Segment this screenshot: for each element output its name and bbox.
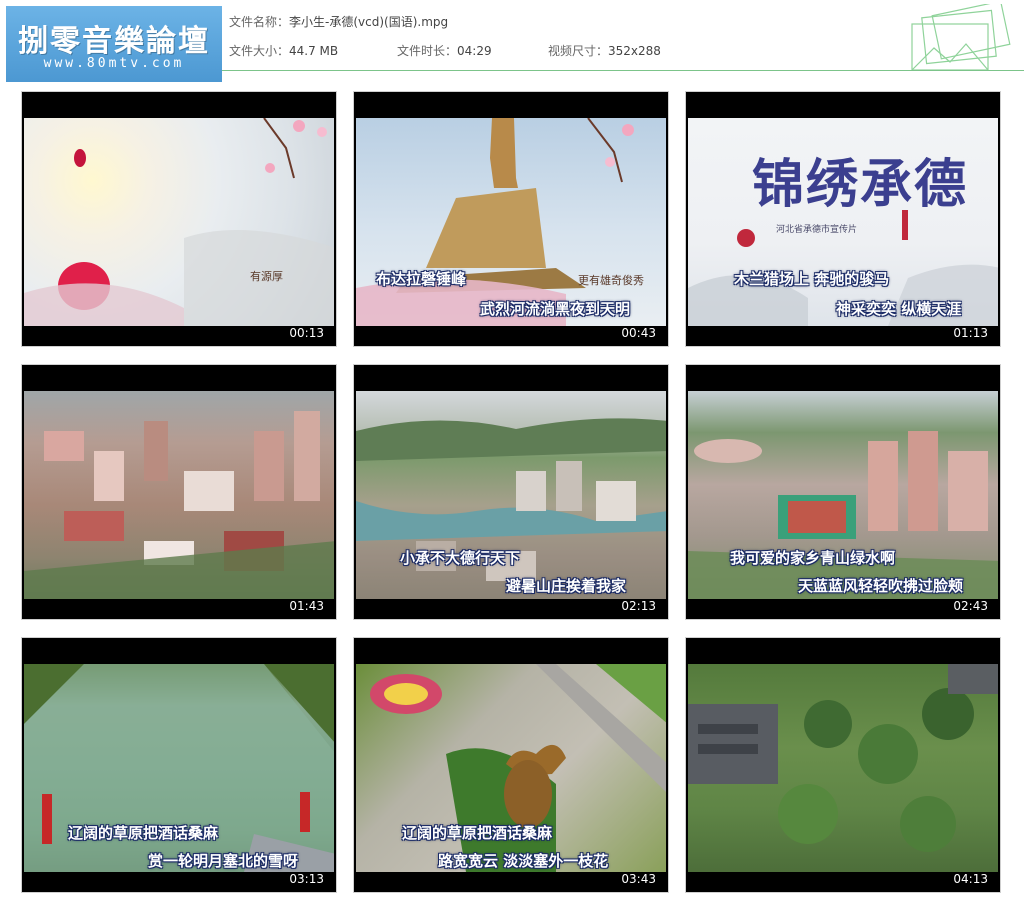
file-size-label: 文件大小： (229, 44, 290, 58)
subtitle-line-2: 神采奕奕 纵横天涯 (836, 300, 962, 318)
thumbnail-4[interactable]: 01:43 (21, 364, 337, 620)
file-size-value: 44.7 MB (289, 44, 339, 58)
thumbnail-image: 更有雄奇俊秀 布达拉磬锤峰 武烈河流淌黑夜到天明 (356, 118, 666, 326)
scene-caption: 有源厚 (250, 270, 283, 283)
timestamp: 03:13 (289, 872, 324, 886)
duration-value: 04:29 (457, 44, 492, 58)
thumbnail-3[interactable]: 锦绣承德 河北省承德市宣传片 木兰猎场上 奔驰的骏马 神采奕奕 纵横天涯 01:… (685, 91, 1001, 347)
thumbnail-7[interactable]: 辽阔的草原把酒话桑麻 赏一轮明月塞北的雪呀 03:13 (21, 637, 337, 893)
file-name-field: 文件名称：李小生-承德(vcd)(国语).mpg (229, 13, 448, 30)
subtitle-line-2: 天蓝蓝风轻轻吹拂过脸颊 (798, 577, 964, 595)
thumbnail-5[interactable]: 小承不大德行天下 避暑山庄挨着我家 02:13 (353, 364, 669, 620)
subtitle-line-2: 路宽宽云 淡淡塞外一枝花 (438, 852, 609, 870)
file-name-label: 文件名称： (229, 15, 290, 29)
timestamp: 00:13 (289, 326, 324, 340)
subtitle-line-1: 我可爱的家乡青山绿水啊 (730, 549, 896, 567)
file-size-field: 文件大小：44.7 MB (229, 42, 338, 59)
timestamp: 02:13 (621, 599, 656, 613)
subtitle-line-1: 辽阔的草原把酒话桑麻 (68, 824, 219, 842)
thumbnail-9[interactable]: 04:13 (685, 637, 1001, 893)
logo-url: www.80mtv.com (43, 56, 185, 71)
thumbnail-image: 辽阔的草原把酒话桑麻 路宽宽云 淡淡塞外一枝花 (356, 664, 666, 872)
promo-subtitle: 河北省承德市宣传片 (776, 225, 858, 235)
site-logo[interactable]: 捌零音樂論壇 www.80mtv.com (6, 6, 222, 82)
thumbnail-image: 锦绣承德 河北省承德市宣传片 木兰猎场上 奔驰的骏马 神采奕奕 纵横天涯 (688, 118, 998, 326)
picture-stack-icon (911, 4, 1011, 71)
subtitle-line-2: 武烈河流淌黑夜到天明 (480, 300, 631, 318)
thumbnail-image: 辽阔的草原把酒话桑麻 赏一轮明月塞北的雪呀 (24, 664, 334, 872)
thumbnail-6[interactable]: 我可爱的家乡青山绿水啊 天蓝蓝风轻轻吹拂过脸颊 02:43 (685, 364, 1001, 620)
logo-title: 捌零音樂論壇 (18, 24, 210, 59)
file-name-value: 李小生-承德(vcd)(国语).mpg (289, 15, 449, 29)
subtitle-line-1: 布达拉磬锤峰 (376, 270, 467, 288)
thumbnail-image (688, 664, 998, 872)
timestamp: 02:43 (953, 599, 988, 613)
subtitle-line-2: 避暑山庄挨着我家 (506, 577, 627, 595)
subtitle-line-2: 赏一轮明月塞北的雪呀 (148, 852, 299, 870)
promo-title: 锦绣承德 (752, 154, 969, 215)
timestamp: 00:43 (621, 326, 656, 340)
thumbnail-image (24, 391, 334, 599)
thumbnail-image: 小承不大德行天下 避暑山庄挨着我家 (356, 391, 666, 599)
dimensions-label: 视频尺寸： (548, 44, 609, 58)
thumbnail-image: 有源厚 (24, 118, 334, 326)
timestamp: 04:13 (953, 872, 988, 886)
duration-field: 文件时长：04:29 (397, 42, 492, 59)
thumbnail-8[interactable]: 辽阔的草原把酒话桑麻 路宽宽云 淡淡塞外一枝花 03:43 (353, 637, 669, 893)
file-info-header: 捌零音樂論壇 www.80mtv.com 文件名称：李小生-承德(vcd)(国语… (0, 0, 1024, 82)
dimensions-field: 视频尺寸：352x288 (548, 42, 661, 59)
thumbnail-2[interactable]: 更有雄奇俊秀 布达拉磬锤峰 武烈河流淌黑夜到天明 00:43 (353, 91, 669, 347)
scene-caption: 更有雄奇俊秀 (578, 274, 644, 287)
timestamp: 01:13 (953, 326, 988, 340)
video-thumbnail-preview: 捌零音樂論壇 www.80mtv.com 文件名称：李小生-承德(vcd)(国语… (0, 0, 1024, 918)
thumbnail-image: 我可爱的家乡青山绿水啊 天蓝蓝风轻轻吹拂过脸颊 (688, 391, 998, 599)
duration-label: 文件时长： (397, 44, 458, 58)
subtitle-line-1: 辽阔的草原把酒话桑麻 (402, 824, 553, 842)
timestamp: 01:43 (289, 599, 324, 613)
subtitle-line-1: 小承不大德行天下 (400, 549, 521, 567)
subtitle-line-1: 木兰猎场上 奔驰的骏马 (734, 270, 890, 288)
timestamp: 03:43 (621, 872, 656, 886)
thumbnail-1[interactable]: 有源厚 00:13 (21, 91, 337, 347)
dimensions-value: 352x288 (608, 44, 661, 58)
header-divider (222, 70, 1024, 71)
